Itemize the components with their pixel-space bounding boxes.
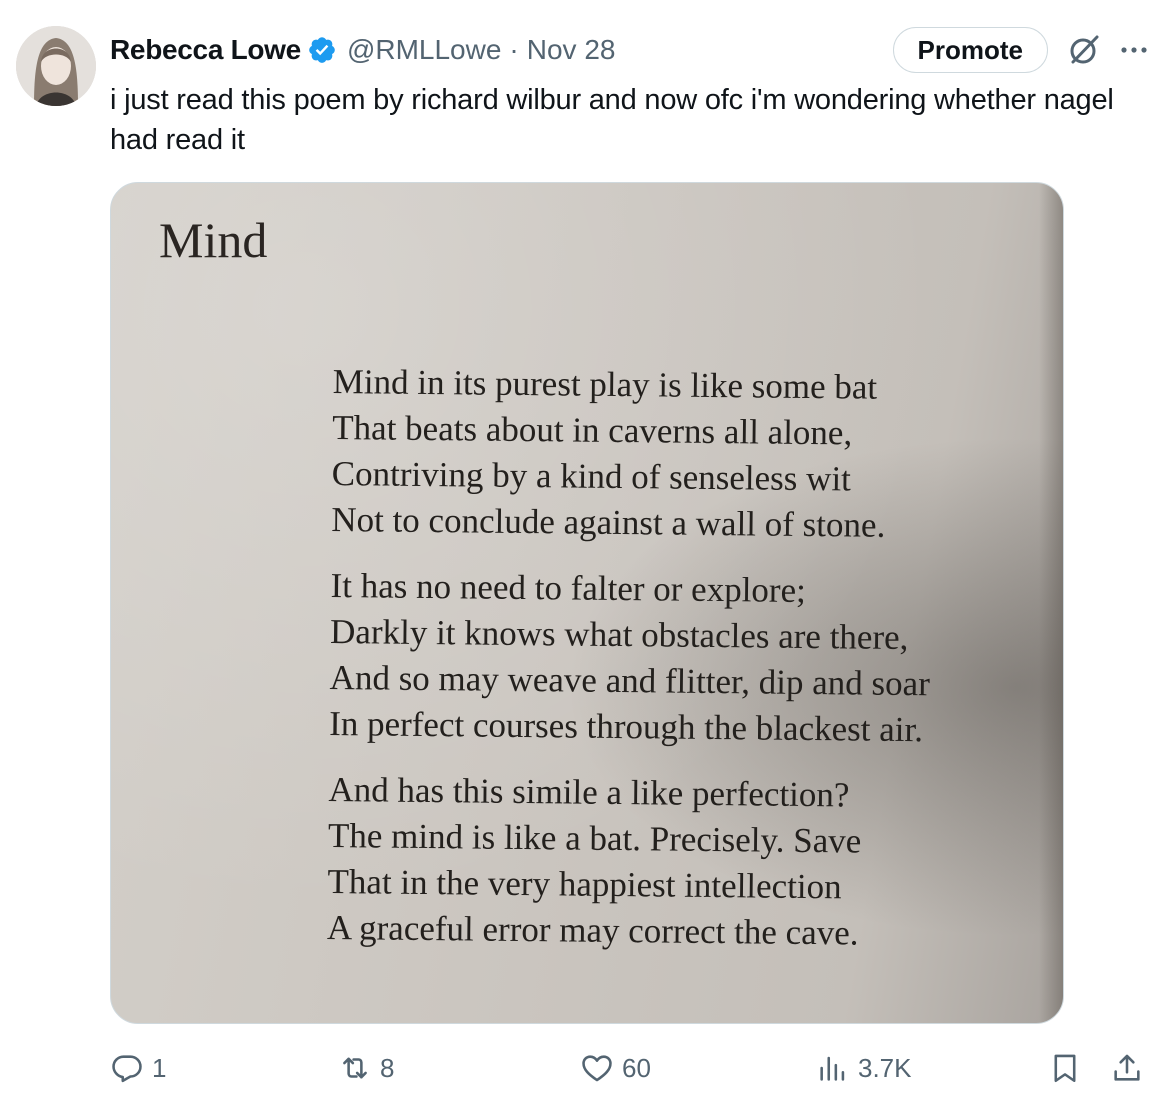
poem-line: That beats about in caverns all alone,: [332, 407, 853, 453]
promote-button[interactable]: Promote: [892, 27, 1048, 73]
reply-icon: [112, 1055, 142, 1083]
tweet-text: i just read this poem by richard wilbur …: [110, 84, 1114, 156]
poem-line: Not to conclude against a wall of stone.: [331, 499, 886, 545]
grok-icon[interactable]: [1066, 32, 1102, 68]
poem-stanza: Mind in its purest play is like some bat…: [331, 359, 933, 549]
verified-badge-icon[interactable]: [307, 35, 337, 65]
avatar-image: [16, 26, 96, 106]
poem-line: And so may weave and flitter, dip and so…: [329, 657, 931, 704]
poem-stanza: It has no need to falter or explore; Dar…: [329, 563, 931, 753]
views-count: 3.7K: [858, 1052, 912, 1083]
heart-icon: [582, 1055, 612, 1082]
reply-count: 1: [152, 1052, 167, 1083]
post-date[interactable]: Nov 28: [527, 34, 616, 66]
tweet-header: Rebecca Lowe @RMLLowe · Nov 28 Promote: [110, 27, 1150, 73]
views-button[interactable]: 3.7K: [816, 1044, 912, 1092]
repost-button[interactable]: 8: [338, 1044, 394, 1092]
header-actions: Promote: [892, 27, 1150, 73]
poem-line: That in the very happiest intellection: [327, 861, 842, 907]
poem-line: Darkly it knows what obstacles are there…: [329, 611, 909, 658]
author-handle[interactable]: @RMLLowe: [347, 34, 501, 66]
poem-body: Mind in its purest play is like some bat…: [327, 359, 934, 977]
views-icon: [820, 1056, 845, 1081]
bookmark-icon: [1054, 1054, 1076, 1083]
page-edge-shadow: [1039, 183, 1063, 1023]
like-button[interactable]: 60: [580, 1044, 651, 1092]
avatar[interactable]: [16, 26, 96, 106]
separator-dot: ·: [509, 34, 519, 65]
poem-line: In perfect courses through the blackest …: [328, 703, 924, 750]
more-icon[interactable]: [1118, 34, 1150, 66]
poem-line: And has this simile a like perfection?: [328, 769, 850, 815]
poem-line: It has no need to falter or explore;: [330, 565, 807, 610]
poem-line: The mind is like a bat. Precisely. Save: [327, 815, 862, 861]
poem-line: Mind in its purest play is like some bat: [332, 361, 878, 407]
poem-line: A graceful error may correct the cave.: [326, 907, 859, 953]
poem-title: Mind: [159, 212, 268, 268]
author-name[interactable]: Rebecca Lowe: [110, 34, 301, 66]
repost-icon: [343, 1057, 367, 1079]
poem-line: Contriving by a kind of senseless wit: [331, 453, 852, 499]
action-bar: 1 8 60 3.7K: [110, 1044, 1150, 1092]
bookmark-button[interactable]: [1048, 1044, 1082, 1092]
tweet-media-photo[interactable]: Mind Mind in its purest play is like som…: [110, 182, 1064, 1024]
repost-count: 8: [380, 1052, 395, 1083]
reply-button[interactable]: 1: [110, 1044, 166, 1092]
share-icon: [1114, 1054, 1140, 1081]
share-button[interactable]: [1110, 1044, 1144, 1092]
poem-stanza: And has this simile a like perfection? T…: [327, 767, 929, 957]
like-count: 60: [622, 1052, 651, 1083]
